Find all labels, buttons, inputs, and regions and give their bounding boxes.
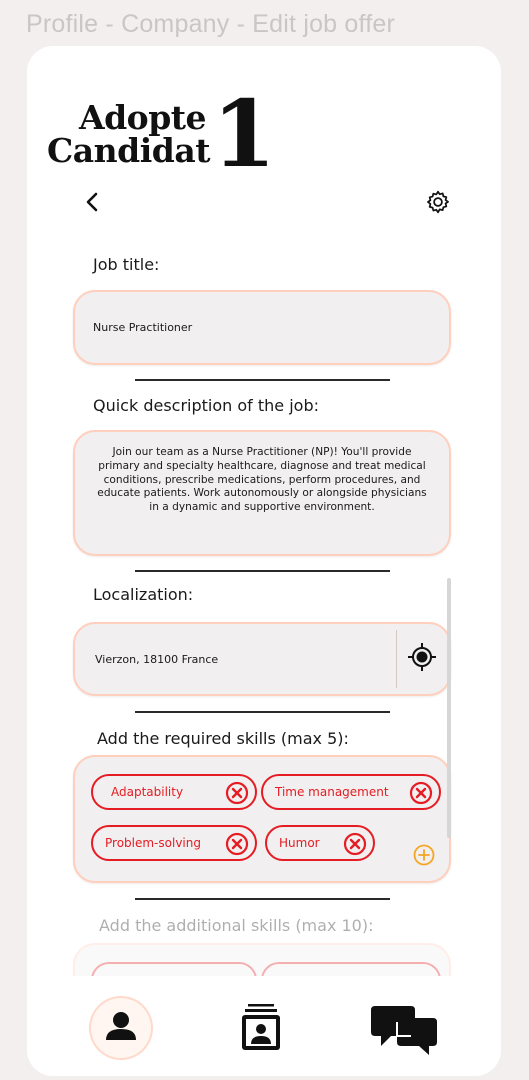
logo-words: Adopte Candidat	[47, 101, 210, 167]
nav-chat-button[interactable]	[369, 998, 437, 1058]
app-logo: Adopte Candidat 1	[47, 79, 276, 188]
skill-chip[interactable]: Problem-solving	[91, 825, 257, 861]
job-title-field[interactable]: Nurse Practitioner	[73, 290, 451, 365]
scrollbar[interactable]	[447, 578, 451, 838]
localization-field[interactable]: Vierzon, 18100 France	[73, 622, 451, 696]
remove-skill-icon[interactable]	[225, 832, 249, 856]
skill-chip-label: Adaptability	[111, 785, 184, 799]
job-cards-icon	[242, 1004, 280, 1050]
chat-icon	[371, 1006, 437, 1055]
remove-skill-icon[interactable]	[225, 781, 249, 805]
skill-chip[interactable]: Adaptability	[91, 774, 257, 810]
remove-skill-icon[interactable]	[409, 781, 433, 805]
skill-chip[interactable]: Time management	[261, 774, 441, 810]
logo-line-1: Adopte	[79, 97, 207, 137]
remove-skill-icon[interactable]	[343, 832, 367, 856]
bottom-nav	[27, 976, 501, 1076]
job-title-label: Job title:	[93, 255, 160, 274]
localization-value[interactable]: Vierzon, 18100 France	[95, 653, 218, 666]
divider-3	[135, 711, 390, 713]
back-icon[interactable]	[81, 190, 103, 214]
location-target-icon[interactable]	[407, 642, 437, 672]
gear-icon[interactable]	[425, 189, 451, 215]
nav-job-cards-button[interactable]	[231, 998, 291, 1058]
description-value[interactable]: Join our team as a Nurse Practitioner (N…	[95, 446, 429, 515]
localization-label: Localization:	[93, 585, 194, 604]
description-label: Quick description of the job:	[93, 396, 320, 415]
required-skills-box: Adaptability Time management Problem-sol…	[73, 755, 451, 883]
divider-1	[135, 379, 390, 381]
skill-chip-label: Problem-solving	[105, 836, 201, 850]
skill-chip[interactable]: Humor	[265, 825, 375, 861]
profile-icon	[106, 1012, 136, 1040]
required-skills-label: Add the required skills (max 5):	[97, 729, 349, 748]
frame-title: Profile - Company - Edit job offer	[26, 10, 395, 38]
skill-chip-label: Humor	[279, 836, 320, 850]
additional-skills-label: Add the additional skills (max 10):	[99, 916, 374, 935]
job-title-value[interactable]: Nurse Practitioner	[93, 321, 192, 334]
localization-separator	[396, 630, 397, 688]
description-field[interactable]: Join our team as a Nurse Practitioner (N…	[73, 430, 451, 556]
divider-2	[135, 570, 390, 572]
add-skill-icon[interactable]	[413, 844, 435, 866]
logo-number: 1	[211, 79, 276, 188]
logo-line-2: Candidat	[47, 130, 210, 170]
nav-profile-button[interactable]	[91, 998, 151, 1058]
phone-screen: Adopte Candidat 1 Job title: Nurse Pract…	[27, 46, 501, 1076]
skill-chip-label: Time management	[275, 785, 389, 799]
